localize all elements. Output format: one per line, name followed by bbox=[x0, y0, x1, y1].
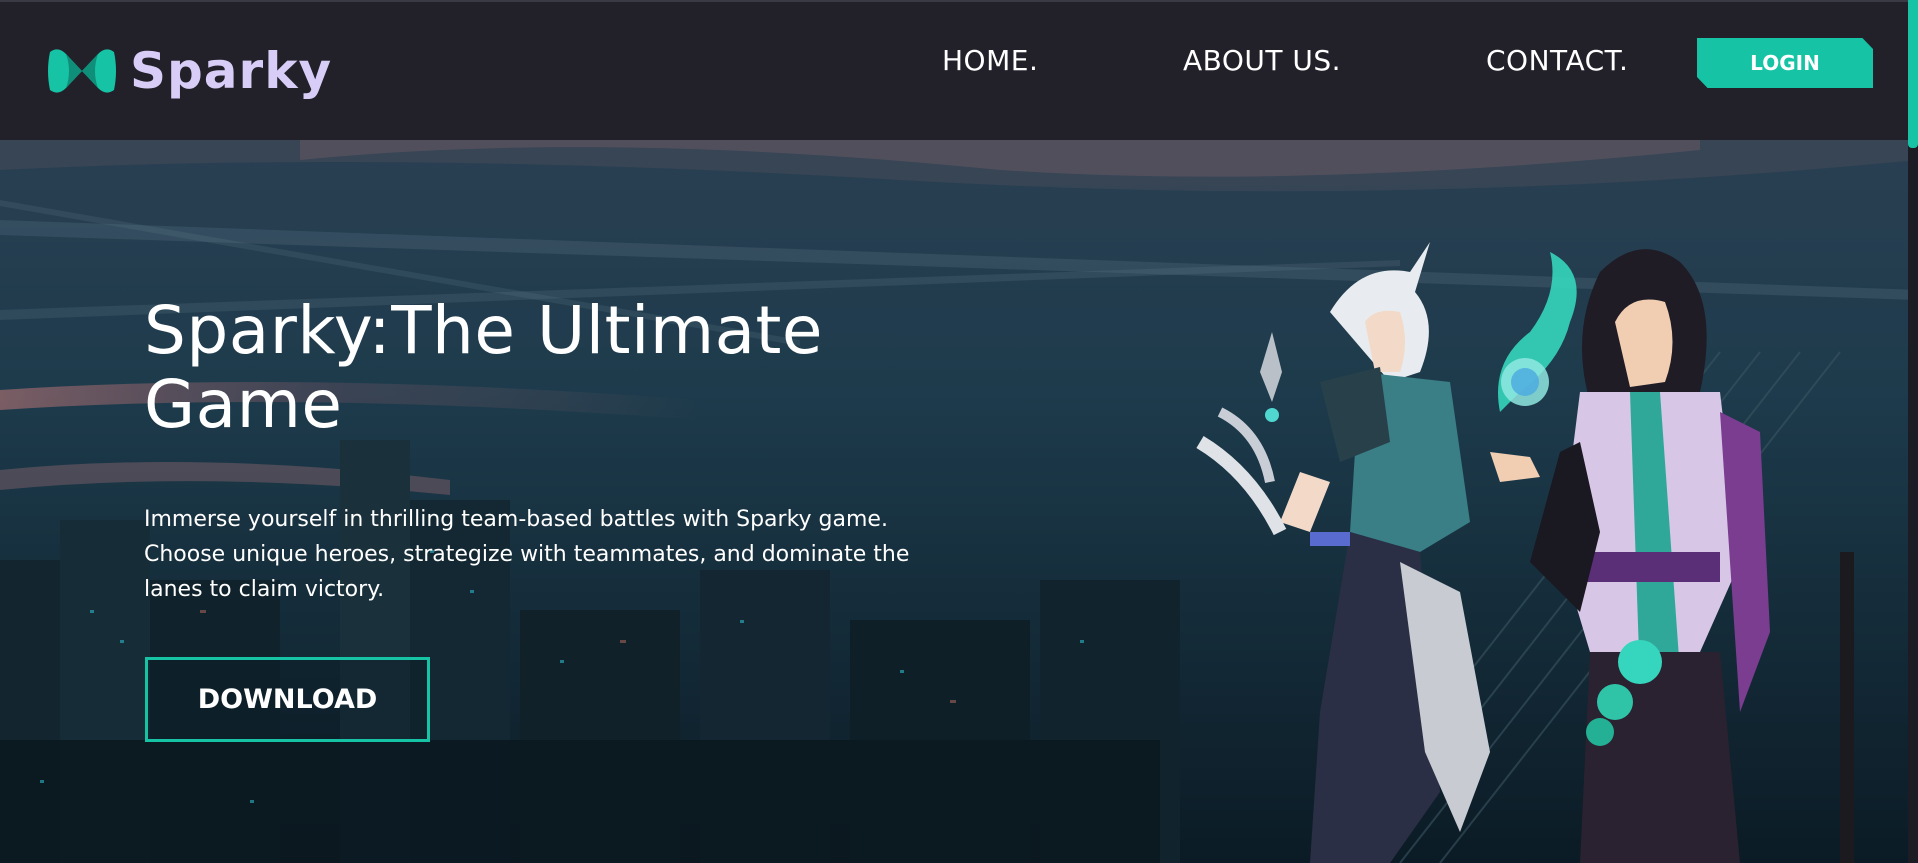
navbar: Sparky HOME. ABOUT US. CONTACT. LOGIN bbox=[0, 0, 1918, 140]
hero-description: Immerse yourself in thrilling team-based… bbox=[144, 507, 910, 602]
scrollbar-thumb[interactable] bbox=[1908, 0, 1918, 148]
download-button[interactable]: DOWNLOAD bbox=[145, 657, 430, 742]
nav-home-link[interactable]: HOME. bbox=[942, 44, 1038, 77]
hero-title: Sparky:The Ultimate Game bbox=[144, 292, 824, 443]
character-right bbox=[1490, 249, 1854, 863]
login-button[interactable]: LOGIN bbox=[1697, 38, 1873, 88]
nav-contact-link[interactable]: CONTACT. bbox=[1486, 44, 1628, 77]
nav-about-link[interactable]: ABOUT US. bbox=[1183, 44, 1341, 77]
hero-characters-image bbox=[1196, 242, 1854, 863]
brand-logo[interactable]: Sparky bbox=[48, 46, 332, 96]
hero-section: Sparky:The Ultimate Game Immerse yoursel… bbox=[0, 140, 1918, 863]
page: Sparky HOME. ABOUT US. CONTACT. LOGIN Sp… bbox=[0, 0, 1918, 863]
scrollbar[interactable] bbox=[1908, 0, 1918, 863]
brand-name: Sparky bbox=[130, 42, 333, 100]
sparky-logo-icon bbox=[48, 49, 116, 93]
character-left bbox=[1196, 242, 1490, 863]
